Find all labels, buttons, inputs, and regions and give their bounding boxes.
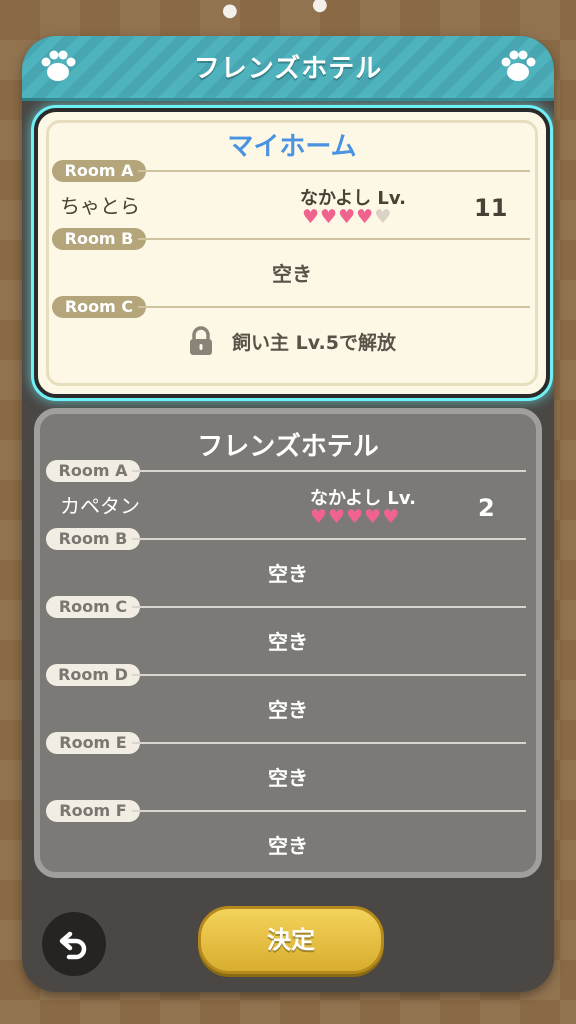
room-label: Room B <box>52 228 146 250</box>
friends-hotel-panel: フレンズホテル マイホーム Room A ちゃとら なかよし Lv. ♥♥♥♥♥… <box>22 36 554 992</box>
page-title: フレンズホテル <box>193 54 383 84</box>
heart-icon: ♥ <box>346 506 365 528</box>
friendship-hearts: ♥♥♥♥♥ <box>302 206 392 228</box>
heart-icon: ♥ <box>320 206 339 228</box>
friendship-hearts: ♥♥♥♥♥ <box>310 506 400 528</box>
room-divider <box>132 810 526 812</box>
unlock-requirement: 飼い主 Lv.5で解放 <box>232 331 396 354</box>
room-status: 空き <box>268 766 308 790</box>
room-status: 空き <box>272 262 312 286</box>
header-bar: フレンズホテル <box>22 36 554 101</box>
room-label: Room A <box>46 460 140 482</box>
my-home-title: マイホーム <box>227 132 357 162</box>
hotel-room-f[interactable]: Room F 空き <box>40 800 536 866</box>
room-divider <box>132 674 526 676</box>
room-label: Room F <box>46 800 140 822</box>
lock-icon <box>188 326 214 356</box>
friendship-level: 11 <box>474 194 508 222</box>
heart-icon: ♥ <box>338 206 357 228</box>
room-label: Room A <box>52 160 146 182</box>
friends-hotel-card[interactable]: フレンズホテル Room A カペタン なかよし Lv. ♥♥♥♥♥ 2 Roo… <box>34 408 542 878</box>
room-divider <box>132 470 526 472</box>
room-divider <box>132 606 526 608</box>
heart-icon: ♥ <box>328 506 347 528</box>
hotel-card-title: フレンズホテル <box>197 432 379 462</box>
room-status: 空き <box>268 630 308 654</box>
hotel-room-c[interactable]: Room C 空き <box>40 596 536 662</box>
background-paw-icon: ● <box>222 0 238 21</box>
heart-icon: ♥ <box>302 206 321 228</box>
room-status: 空き <box>268 834 308 858</box>
cat-name: ちゃとら <box>60 194 140 218</box>
heart-empty-icon: ♥ <box>374 206 393 228</box>
room-divider <box>138 306 530 308</box>
cat-name: カペタン <box>60 494 140 518</box>
room-divider <box>132 538 526 540</box>
room-divider <box>138 238 530 240</box>
hotel-room-b[interactable]: Room B 空き <box>40 528 536 594</box>
back-button[interactable] <box>42 912 106 976</box>
confirm-button[interactable]: 決定 <box>198 906 384 974</box>
paw-icon <box>498 48 538 84</box>
room-status: 空き <box>268 562 308 586</box>
heart-icon: ♥ <box>310 506 329 528</box>
hotel-room-e[interactable]: Room E 空き <box>40 732 536 798</box>
room-label: Room C <box>46 596 140 618</box>
home-room-a[interactable]: Room A ちゃとら なかよし Lv. ♥♥♥♥♥ 11 <box>38 160 546 228</box>
room-status: 空き <box>268 698 308 722</box>
background-paw-icon: ● <box>312 0 328 15</box>
locked-notice: 飼い主 Lv.5で解放 <box>38 326 546 356</box>
heart-half-icon: ♥ <box>382 506 401 528</box>
room-label: Room C <box>52 296 146 318</box>
room-label: Room E <box>46 732 140 754</box>
hotel-room-d[interactable]: Room D 空き <box>40 664 536 730</box>
hotel-room-a[interactable]: Room A カペタン なかよし Lv. ♥♥♥♥♥ 2 <box>40 460 536 528</box>
room-divider <box>138 170 530 172</box>
my-home-card[interactable]: マイホーム Room A ちゃとら なかよし Lv. ♥♥♥♥♥ 11 Room… <box>34 108 550 398</box>
home-room-b[interactable]: Room B 空き <box>38 228 546 294</box>
room-label: Room B <box>46 528 140 550</box>
room-divider <box>132 742 526 744</box>
heart-icon: ♥ <box>364 506 383 528</box>
heart-icon: ♥ <box>356 206 375 228</box>
back-arrow-icon <box>59 931 87 960</box>
friendship-level: 2 <box>478 494 495 522</box>
room-label: Room D <box>46 664 140 686</box>
home-room-c: Room C 飼い主 Lv.5で解放 <box>38 296 546 368</box>
